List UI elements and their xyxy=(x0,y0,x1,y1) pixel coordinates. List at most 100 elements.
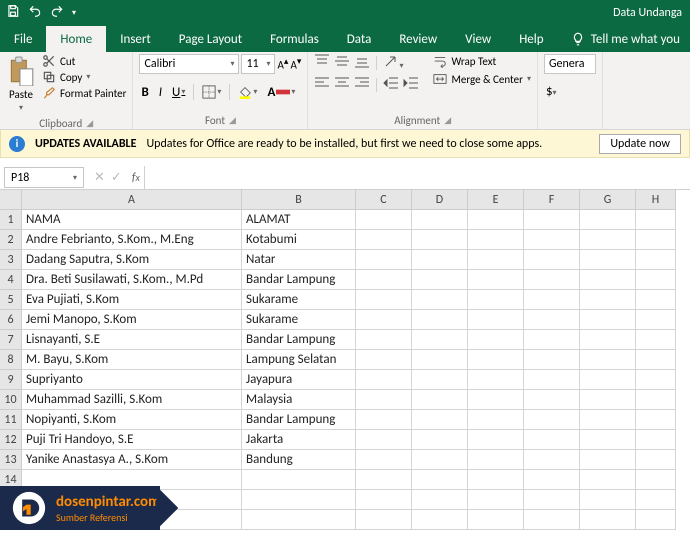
cell[interactable] xyxy=(524,250,580,270)
cell[interactable] xyxy=(636,330,676,350)
cell[interactable] xyxy=(636,210,676,230)
row-header[interactable]: 3 xyxy=(0,250,22,270)
cell[interactable]: Bandar Lampung xyxy=(242,330,356,350)
formula-bar[interactable] xyxy=(144,166,690,189)
row-header[interactable]: 10 xyxy=(0,390,22,410)
column-header-D[interactable]: D xyxy=(412,190,468,210)
cell[interactable] xyxy=(468,210,524,230)
cell[interactable] xyxy=(636,390,676,410)
tab-data[interactable]: Data xyxy=(333,26,386,52)
row-header[interactable]: 13 xyxy=(0,450,22,470)
cell[interactable] xyxy=(636,250,676,270)
cell[interactable] xyxy=(356,510,412,530)
name-box[interactable]: P18▾ xyxy=(4,167,84,188)
cell[interactable]: Bandar Lampung xyxy=(242,410,356,430)
cell[interactable]: Sukarame xyxy=(242,310,356,330)
row-header[interactable]: 8 xyxy=(0,350,22,370)
redo-icon[interactable] xyxy=(50,4,64,22)
cancel-formula-icon[interactable]: ✕ xyxy=(94,170,105,185)
increase-indent-button[interactable] xyxy=(403,76,419,94)
font-size-select[interactable]: 11▾ xyxy=(241,54,275,74)
cell[interactable] xyxy=(356,410,412,430)
cell[interactable] xyxy=(524,370,580,390)
borders-button[interactable]: ▾ xyxy=(200,85,223,99)
cell[interactable]: ALAMAT xyxy=(242,210,356,230)
cell[interactable] xyxy=(412,310,468,330)
cell[interactable] xyxy=(412,490,468,510)
tab-view[interactable]: View xyxy=(451,26,505,52)
cell[interactable] xyxy=(412,390,468,410)
cell[interactable] xyxy=(524,390,580,410)
row-header[interactable]: 1 xyxy=(0,210,22,230)
cell[interactable] xyxy=(524,350,580,370)
cell[interactable] xyxy=(356,450,412,470)
cell[interactable] xyxy=(524,310,580,330)
cell[interactable]: Nopiyanti, S.Kom xyxy=(22,410,242,430)
save-icon[interactable] xyxy=(6,4,20,22)
cell[interactable] xyxy=(524,330,580,350)
dialog-launcher-icon[interactable]: ◢ xyxy=(229,115,236,126)
decrease-indent-button[interactable] xyxy=(383,76,399,94)
wrap-text-button[interactable]: Wrap Text xyxy=(433,54,531,68)
cell[interactable] xyxy=(412,430,468,450)
cell[interactable] xyxy=(356,270,412,290)
cell[interactable] xyxy=(356,290,412,310)
cell[interactable] xyxy=(636,510,676,530)
column-header-G[interactable]: G xyxy=(580,190,636,210)
cell[interactable] xyxy=(580,350,636,370)
tab-file[interactable]: File xyxy=(0,26,46,52)
cell[interactable] xyxy=(468,510,524,530)
cell[interactable]: Lampung Selatan xyxy=(242,350,356,370)
column-header-A[interactable]: A xyxy=(22,190,242,210)
cell[interactable] xyxy=(524,290,580,310)
cell[interactable] xyxy=(468,410,524,430)
cell[interactable] xyxy=(356,470,412,490)
cell[interactable] xyxy=(580,290,636,310)
cell[interactable] xyxy=(580,250,636,270)
column-header-B[interactable]: B xyxy=(242,190,356,210)
cell[interactable] xyxy=(580,450,636,470)
cell[interactable]: NAMA xyxy=(22,210,242,230)
cell[interactable]: Sukarame xyxy=(242,290,356,310)
qat-customize-icon[interactable]: ▾ xyxy=(72,8,76,18)
bold-button[interactable]: B xyxy=(139,85,150,100)
cell[interactable] xyxy=(356,490,412,510)
dialog-launcher-icon[interactable]: ◢ xyxy=(444,115,451,126)
cell[interactable] xyxy=(468,370,524,390)
cell[interactable]: Natar xyxy=(242,250,356,270)
cell[interactable] xyxy=(636,410,676,430)
cell[interactable] xyxy=(412,230,468,250)
cell[interactable] xyxy=(580,370,636,390)
select-all-corner[interactable] xyxy=(0,190,22,210)
cell[interactable] xyxy=(580,470,636,490)
cell[interactable] xyxy=(468,270,524,290)
cell[interactable] xyxy=(356,310,412,330)
cell[interactable]: Bandar Lampung xyxy=(242,270,356,290)
cell[interactable] xyxy=(412,510,468,530)
cell[interactable] xyxy=(356,230,412,250)
cell[interactable] xyxy=(580,490,636,510)
cell[interactable] xyxy=(356,370,412,390)
merge-center-button[interactable]: Merge & Center▾ xyxy=(433,72,531,86)
tab-formulas[interactable]: Formulas xyxy=(256,26,333,52)
cell[interactable] xyxy=(580,430,636,450)
cell[interactable]: Jemi Manopo, S.Kom xyxy=(22,310,242,330)
cell[interactable] xyxy=(468,250,524,270)
align-middle-button[interactable] xyxy=(334,54,350,72)
cell[interactable] xyxy=(580,210,636,230)
cell[interactable] xyxy=(412,470,468,490)
orientation-button[interactable]: ▾ xyxy=(383,54,403,72)
cell[interactable]: Dra. Beti Susilawati, S.Kom., M.Pd xyxy=(22,270,242,290)
cell[interactable] xyxy=(524,410,580,430)
cell[interactable] xyxy=(468,470,524,490)
cell[interactable] xyxy=(356,210,412,230)
cell[interactable] xyxy=(468,350,524,370)
cell[interactable] xyxy=(636,270,676,290)
cell[interactable] xyxy=(636,450,676,470)
cell[interactable]: M. Bayu, S.Kom xyxy=(22,350,242,370)
cell[interactable] xyxy=(580,310,636,330)
cell[interactable]: Eva Pujiati, S.Kom xyxy=(22,290,242,310)
cell[interactable] xyxy=(636,490,676,510)
tell-me[interactable]: Tell me what you xyxy=(561,26,690,52)
cell[interactable] xyxy=(524,470,580,490)
